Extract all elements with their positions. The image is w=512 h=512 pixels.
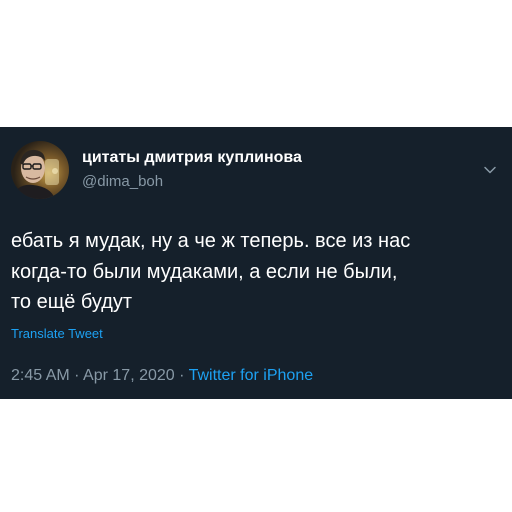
tweet-metadata: 2:45 AM · Apr 17, 2020 · Twitter for iPh… <box>11 366 313 386</box>
chevron-down-icon[interactable] <box>481 161 499 179</box>
chevron-down-glyph <box>484 166 496 174</box>
meta-separator: · <box>174 367 189 384</box>
tweet-source-link[interactable]: Twitter for iPhone <box>189 367 314 384</box>
translate-tweet-link[interactable]: Translate Tweet <box>11 326 103 342</box>
display-name[interactable]: цитаты дмитрия куплинова <box>82 148 302 168</box>
meta-separator: · <box>69 367 84 384</box>
user-handle[interactable]: @dima_boh <box>82 173 163 191</box>
tweet-text: ебать я мудак, ну а че ж теперь. все из … <box>11 230 411 313</box>
avatar-image <box>11 141 69 199</box>
tweet-date[interactable]: Apr 17, 2020 <box>83 367 175 384</box>
tweet-time[interactable]: 2:45 AM <box>11 367 70 384</box>
tweet-card: цитаты дмитрия куплинова @dima_boh ебать… <box>0 127 512 399</box>
avatar[interactable] <box>11 141 69 199</box>
